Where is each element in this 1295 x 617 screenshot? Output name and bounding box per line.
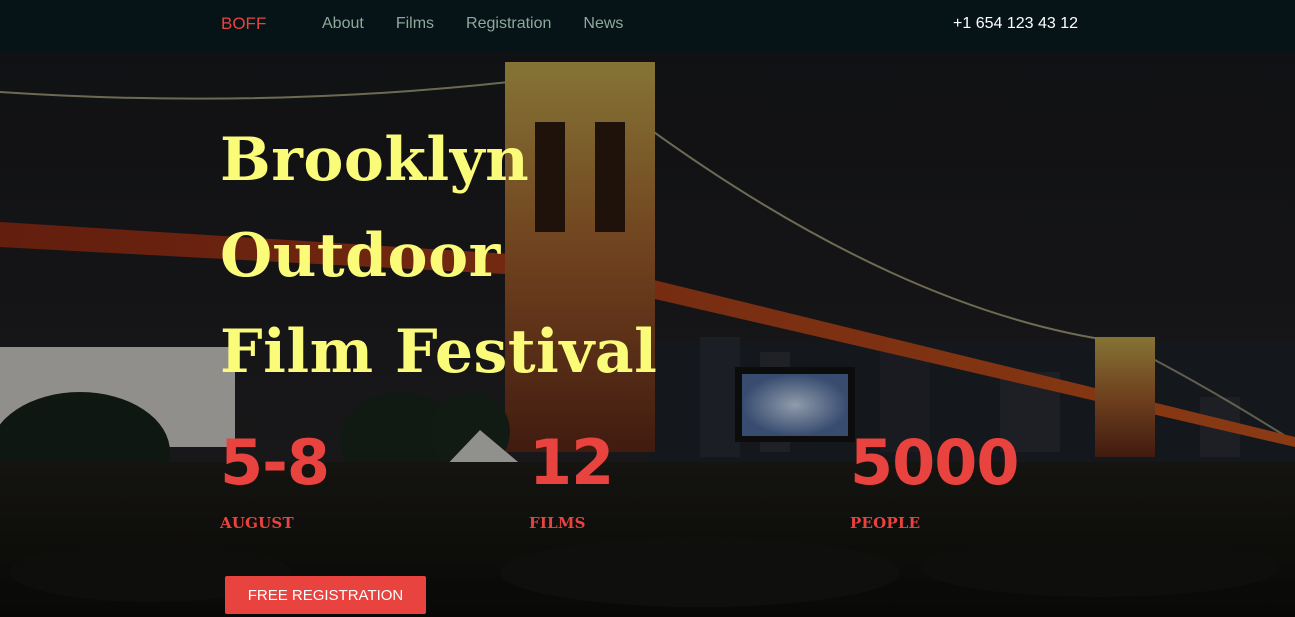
nav-link-registration[interactable]: Registration xyxy=(466,15,551,33)
top-navbar: BOFF About Films Registration News +1 65… xyxy=(0,0,1295,52)
stat-label: PEOPLE xyxy=(850,514,921,532)
nav-links: About Films Registration News xyxy=(322,15,655,33)
stat-label: FILMS xyxy=(529,514,586,532)
stat-people: 5000 PEOPLE xyxy=(850,426,1020,533)
hero-section: Brooklyn Outdoor Film Festival 5-8 AUGUS… xyxy=(0,52,1295,617)
festival-title: Brooklyn Outdoor Film Festival xyxy=(220,112,657,400)
phone-number: +1 654 123 43 12 xyxy=(953,15,1079,32)
stat-value: 5000 xyxy=(850,426,1020,499)
title-line: Outdoor xyxy=(220,221,501,291)
stat-value: 12 xyxy=(529,426,614,499)
stat-value: 5-8 xyxy=(220,426,330,499)
free-registration-button[interactable]: FREE REGISTRATION xyxy=(225,576,426,614)
stat-label: AUGUST xyxy=(220,514,294,532)
brand-logo-link[interactable]: BOFF xyxy=(221,14,266,34)
title-line: Film Festival xyxy=(220,317,658,387)
nav-link-about[interactable]: About xyxy=(322,15,364,33)
nav-link-news[interactable]: News xyxy=(583,15,623,33)
title-line: Brooklyn xyxy=(220,125,530,195)
stat-dates: 5-8 AUGUST xyxy=(220,426,330,533)
nav-link-films[interactable]: Films xyxy=(396,15,434,33)
stat-films: 12 FILMS xyxy=(529,426,614,533)
